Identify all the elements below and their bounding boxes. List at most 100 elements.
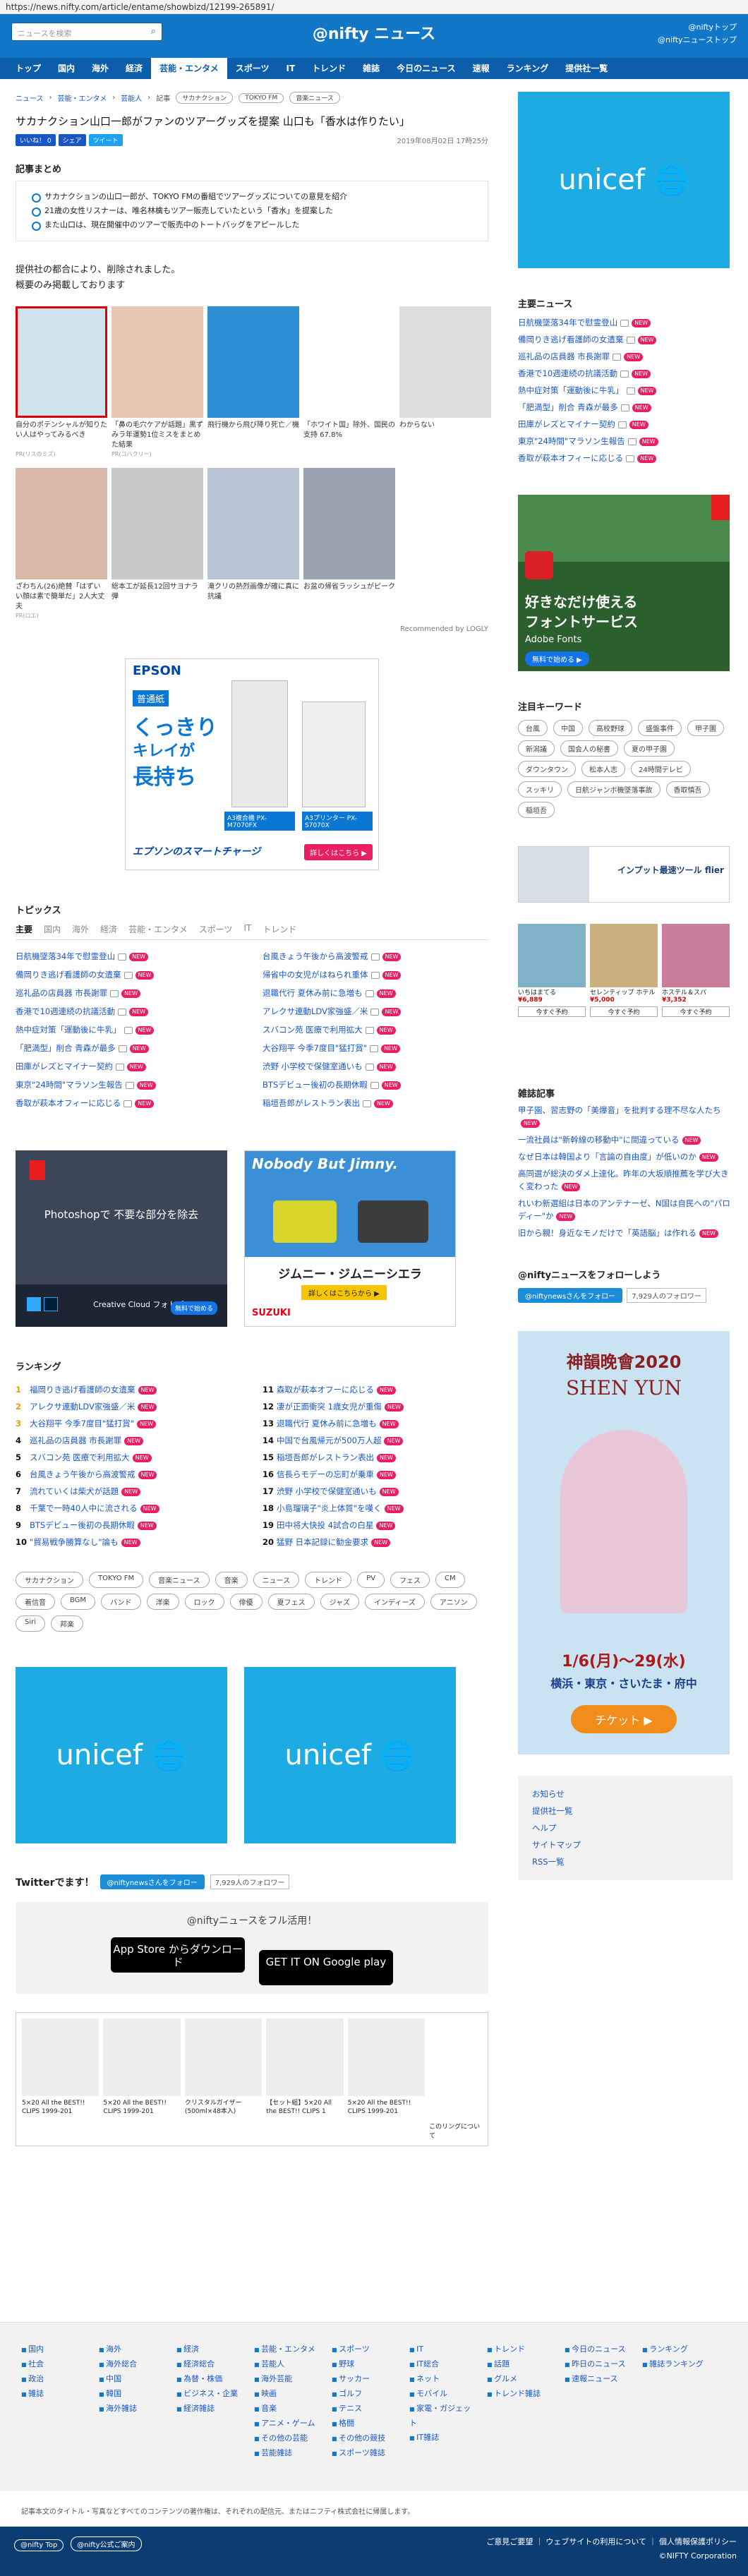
suzuki-cta[interactable]: 詳しくはこちらから ▶ [301, 1285, 387, 1300]
shenyun-ticket-button[interactable]: チケット ▶ [571, 1705, 677, 1733]
footer-link[interactable]: テニス [332, 2402, 395, 2416]
keyword-tag[interactable]: 音楽ニュース [149, 1572, 210, 1588]
footer-link[interactable]: 海外雑誌 [99, 2402, 162, 2416]
footer-link[interactable]: 海外総合 [99, 2357, 162, 2372]
article-tag[interactable]: TOKYO FM [239, 92, 284, 103]
magazine-item[interactable]: なぜ日本は韓国より「言論の自由度」が低いのか NEW [518, 1150, 732, 1163]
keyword-tag[interactable]: バンド [101, 1594, 141, 1610]
footer-link[interactable]: サッカー [332, 2372, 395, 2387]
hotel-card[interactable]: セレンティップ ホテル ¥5,000 今すぐ予約 [590, 924, 658, 1058]
recommend-card[interactable]: 「ホワイト国」除外、国民の支持 67.8% [303, 306, 395, 458]
footer-link[interactable]: 為替・株価 [176, 2372, 240, 2387]
nav-item[interactable]: 海外 [83, 58, 117, 79]
topics-tab[interactable]: 国内 [44, 923, 61, 935]
nav-item[interactable]: トレンド [303, 58, 354, 79]
footer-link[interactable]: 社会 [21, 2357, 85, 2372]
ranking-item[interactable]: 16 信長らモデーの忘町が乗車 NEW [263, 1466, 488, 1483]
article-tag[interactable]: 音楽ニュース [289, 92, 340, 104]
flier-ad[interactable]: インプット最速ツール flier [518, 846, 730, 903]
ranking-item[interactable]: 14 中国で台風帰元が500万人超 NEW [263, 1432, 488, 1449]
footer-link[interactable]: 家電・ガジェット [409, 2402, 473, 2431]
footer-link[interactable]: 経済雑誌 [176, 2402, 240, 2416]
adobe-cta[interactable]: 無料で始める [171, 1301, 218, 1315]
site-logo[interactable]: @nifty ニュース [0, 21, 748, 44]
ranking-item[interactable]: 8 千葉で一時40人中に流される NEW [16, 1500, 241, 1517]
footer-link[interactable]: 芸能人 [254, 2357, 318, 2372]
keyword-tag[interactable]: PV [357, 1572, 385, 1588]
keyword-tag[interactable]: サカナクション [16, 1572, 83, 1588]
keyword-tag[interactable]: ジャズ [320, 1594, 360, 1610]
topic-item[interactable]: 退職代行 夏休み前に急増も NEW [263, 984, 488, 1002]
keyword-tag[interactable]: 高校野球 [589, 720, 632, 736]
footer-link[interactable]: その他の競技 [332, 2431, 395, 2446]
nifty-top-chip[interactable]: @nifty Top [14, 2539, 64, 2551]
keyword-tag[interactable]: 24時間テレビ [631, 761, 691, 777]
ranking-item[interactable]: 1 福岡りき逃げ看護師の女遺棄 NEW [16, 1381, 241, 1398]
adobe-fonts-ad[interactable]: 好きなだけ使える フォントサービス Adobe Fonts 無料で始める ▶ [518, 495, 730, 671]
main-news-item[interactable]: 熱中症対策「運動後に牛乳」 NEW [518, 382, 732, 399]
main-news-item[interactable]: 備岡りき逃げ看護師の女遺棄 NEW [518, 331, 732, 348]
url-bar[interactable]: https://news.nifty.com/article/entame/sh… [0, 0, 748, 14]
recommend-card[interactable]: お盆の帰省ラッシュがピーク [303, 468, 395, 620]
topic-item[interactable]: 大谷翔平 今季7度目"猛打賞" NEW [263, 1039, 488, 1057]
ranking-item[interactable]: 20 猛野 日本記録に勧金要求 NEW [263, 1534, 488, 1551]
keyword-tag[interactable]: 新潟議 [518, 740, 555, 757]
footer-link[interactable]: 速報ニュース [565, 2372, 628, 2387]
keyword-tag[interactable]: 夏の甲子園 [624, 740, 675, 757]
main-news-item[interactable]: 香港で10週連続の抗議活動 NEW [518, 365, 732, 382]
magazine-item[interactable]: 一流社員は"新幹線の移動中"に間違っている NEW [518, 1133, 732, 1146]
recommend-card[interactable]: わからない [399, 306, 491, 458]
magazine-item[interactable]: れいわ新選組は日本のアンテナーゼ、N国は自民への"パロディー"か NEW [518, 1197, 732, 1222]
footer-link[interactable]: トレンド [487, 2342, 550, 2357]
keyword-tag[interactable]: ダウンタウン [518, 761, 576, 777]
ranking-item[interactable]: 9 BTSデビュー後初の長期休暇 NEW [16, 1517, 241, 1534]
footer-link[interactable]: ゴルフ [332, 2387, 395, 2402]
ranking-item[interactable]: 2 アレクサ連動LDV家強盛／米 NEW [16, 1398, 241, 1415]
nav-item[interactable]: 国内 [49, 58, 83, 79]
ranking-item[interactable]: 12 凄が正面衝突 1歳女児が重傷 NEW [263, 1398, 488, 1415]
footer-link[interactable]: IT [409, 2342, 473, 2357]
ranking-item[interactable]: 6 台風きょう午後から高波警戒 NEW [16, 1466, 241, 1483]
unicef-ad[interactable]: unicef 🌐 [16, 1667, 227, 1843]
topic-item[interactable]: 渋野 小学校で保健室通いも NEW [263, 1057, 488, 1076]
nav-item[interactable]: 雑誌 [354, 58, 388, 79]
nifty-top-link[interactable]: @niftyトップ [658, 21, 737, 34]
footer-link[interactable]: スポーツ雑誌 [332, 2446, 395, 2461]
ranking-item[interactable]: 13 退職代行 夏休み前に急増も NEW [263, 1415, 488, 1432]
recommend-card[interactable]: 滝クリの熱烈画像が確に真に抗議 [207, 468, 299, 620]
footer-link[interactable]: 雑誌 [21, 2387, 85, 2402]
keyword-tag[interactable]: フェス [390, 1572, 430, 1588]
topic-item[interactable]: 熱中症対策「運動後に牛乳」 NEW [16, 1021, 241, 1039]
keyword-tag[interactable]: 夏フェス [267, 1594, 315, 1610]
hotel-card[interactable]: いちはまてる ¥6,889 今すぐ予約 [518, 924, 586, 1058]
magazine-item[interactable]: 甲子園、習志野の「美爆音」を批判する理不尽な人たち NEW [518, 1104, 732, 1129]
magazine-item[interactable]: 旧から親！身近なモノだけで「英語脳」は作れる NEW [518, 1227, 732, 1239]
main-news-item[interactable]: 東京"24時間"マラソン生報告 NEW [518, 433, 732, 450]
keyword-tag[interactable]: スッキリ [518, 781, 562, 798]
footer-link[interactable]: グルメ [487, 2372, 550, 2387]
twitter-follow-button[interactable]: @niftynewsさんをフォロー [518, 1288, 623, 1303]
keyword-tag[interactable]: 国会人の秘書 [560, 740, 618, 757]
main-news-item[interactable]: 香取が萩本オフィーに応じる NEW [518, 450, 732, 467]
keyword-tag[interactable]: ニュース [253, 1572, 300, 1588]
footer-link[interactable]: 格闘 [332, 2416, 395, 2431]
topic-item[interactable]: 台風きょう午後から高波警戒 NEW [263, 947, 488, 965]
topics-tab[interactable]: 芸能・エンタメ [128, 923, 188, 935]
keyword-tag[interactable]: ロック [184, 1594, 224, 1610]
main-news-item[interactable]: 巡礼品の店員器 市長謝罪 NEW [518, 348, 732, 365]
hotel-cta[interactable]: 今すぐ予約 [518, 1006, 586, 1017]
topics-tab[interactable]: 経済 [100, 923, 117, 935]
footer-link[interactable]: IT雑誌 [409, 2431, 473, 2445]
keyword-tag[interactable]: 邦楽 [51, 1615, 84, 1632]
topics-tab[interactable]: IT [243, 923, 251, 935]
rakuten-item[interactable]: 5×20 All the BEST!! CLIPS 1999-201 [22, 2018, 99, 2140]
ranking-item[interactable]: 5 スバコン苑 医療で利用拡大 NEW [16, 1449, 241, 1466]
footer-link[interactable]: ネット [409, 2372, 473, 2387]
nav-item[interactable]: 芸能・エンタメ [151, 58, 227, 79]
nav-item[interactable]: スポーツ [227, 58, 278, 79]
rakuten-item[interactable]: 【セット組】5×20 All the BEST!! CLIPS 1 [266, 2018, 344, 2140]
nav-item[interactable]: ランキング [498, 58, 557, 79]
footer-link[interactable]: 野球 [332, 2357, 395, 2372]
footer-link[interactable]: 政治 [21, 2372, 85, 2387]
sidebar-link[interactable]: RSS一覧 [532, 1853, 718, 1870]
